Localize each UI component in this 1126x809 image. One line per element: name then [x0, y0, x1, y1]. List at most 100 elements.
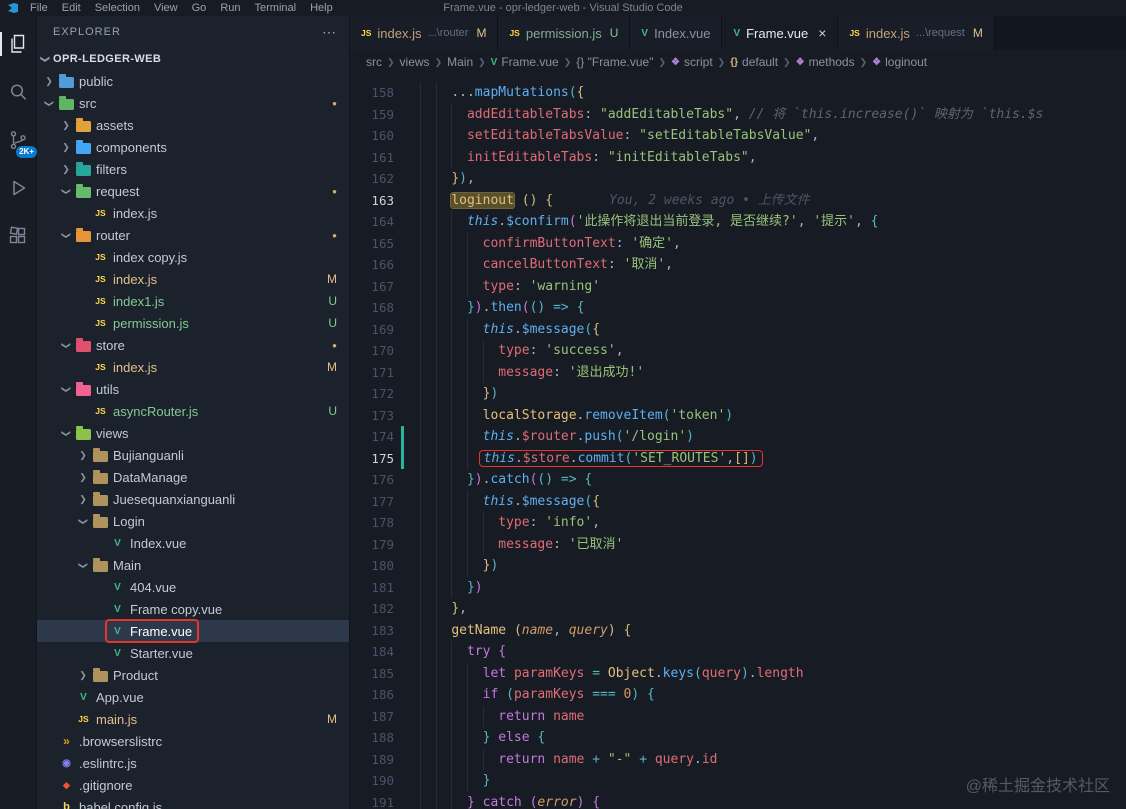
chevron-right-icon: ❯ [387, 56, 395, 67]
line-number: 175 [371, 450, 394, 466]
tree-item-index-vue[interactable]: V Index.vue [37, 532, 349, 554]
run-debug-icon[interactable] [4, 174, 32, 202]
breadcrumb-item-main[interactable]: Main [447, 55, 473, 69]
breadcrumb-item-script[interactable]: ❖ script [671, 55, 713, 69]
breadcrumb-item-default[interactable]: {} default [730, 55, 778, 69]
indent-guide [436, 727, 452, 749]
search-icon[interactable] [4, 78, 32, 106]
tree-item-label: Product [113, 667, 158, 683]
tree-item-assets[interactable]: ❯ assets [37, 114, 349, 136]
tree-item-browserslistrc[interactable]: » .browserslistrc [37, 730, 349, 752]
tree-item-utils[interactable]: ❯ utils [37, 378, 349, 400]
code-token: keys [662, 665, 694, 681]
tree-item-eslintrc-js[interactable]: ◉ .eslintrc.js [37, 752, 349, 774]
breadcrumb-item-src[interactable]: src [366, 55, 382, 69]
tab-permission-js[interactable]: JS permission.js U [498, 16, 631, 50]
tab-index-vue[interactable]: V Index.vue [630, 16, 723, 50]
breadcrumb-item-frame-vue[interactable]: V Frame.vue [491, 55, 559, 69]
indent-guide [420, 555, 436, 577]
menu-file[interactable]: File [23, 2, 55, 14]
tree-item-index-js[interactable]: JS index.js M [37, 356, 349, 378]
menu-terminal[interactable]: Terminal [248, 2, 304, 14]
indent-guide [467, 276, 483, 298]
tree-item-product[interactable]: ❯ Product [37, 664, 349, 686]
breadcrumb-item-views[interactable]: views [400, 55, 430, 69]
project-root-row[interactable]: ❯ OPR-LEDGER-WEB [37, 48, 349, 70]
code-token: ) [749, 450, 758, 466]
tree-item-router[interactable]: ❯ router ● [37, 224, 349, 246]
code-line: 182 }, [350, 598, 1126, 620]
tree-item-components[interactable]: ❯ components [37, 136, 349, 158]
menu-selection[interactable]: Selection [88, 2, 147, 14]
code-editor[interactable]: 158 ...mapMutations({159 addEditableTabs… [350, 74, 1126, 809]
tree-item-datamanage[interactable]: ❯ DataManage [37, 466, 349, 488]
tree-item-filters[interactable]: ❯ filters [37, 158, 349, 180]
source-control-icon[interactable]: 2K+ [4, 126, 37, 158]
code-token: } [466, 472, 475, 487]
code-line: 167 type: 'warning' [350, 276, 1126, 298]
file-icon-cell [74, 162, 93, 176]
tree-item-index-js[interactable]: JS index.js M [37, 268, 349, 290]
indent-guide [420, 211, 436, 233]
tree-item-404-vue[interactable]: V 404.vue [37, 576, 349, 598]
tree-item-app-vue[interactable]: V App.vue [37, 686, 349, 708]
eslint-file-icon: ◉ [62, 757, 71, 769]
js-file-icon: JS [849, 28, 860, 38]
close-icon[interactable]: × [818, 25, 826, 41]
tree-item-asyncrouter-js[interactable]: JS asyncRouter.js U [37, 400, 349, 422]
code-token: "initEditableTabs" [607, 149, 749, 165]
breadcrumb-item-methods[interactable]: ❖ methods [796, 55, 855, 69]
breadcrumb-item-frame-vue[interactable]: {} "Frame.vue" [576, 55, 653, 69]
indent-guide [436, 211, 452, 233]
file-icon-cell [91, 558, 110, 572]
tree-item-main[interactable]: ❯ Main [37, 554, 349, 576]
tree-item-views[interactable]: ❯ views [37, 422, 349, 444]
tab-index-js[interactable]: JS index.js ...\router M [350, 16, 499, 50]
code-token: : [623, 128, 640, 143]
menu-go[interactable]: Go [185, 2, 214, 14]
line-number: 164 [371, 214, 394, 229]
indent-guide [467, 362, 483, 384]
menu-view[interactable]: View [147, 2, 185, 14]
code-line: 177 this.$message({ [350, 491, 1126, 513]
tree-item-login[interactable]: ❯ Login [37, 510, 349, 532]
tree-item-bujianguanli[interactable]: ❯ Bujianguanli [37, 444, 349, 466]
tree-item-permission-js[interactable]: JS permission.js U [37, 312, 349, 334]
tree-item-frame-vue[interactable]: V Frame.vue [37, 619, 349, 643]
tree-item-index-js[interactable]: JS index.js [37, 202, 349, 224]
tree-item-gitignore[interactable]: ◆ .gitignore [37, 774, 349, 796]
tree-item-index-copy-js[interactable]: JS index copy.js [37, 246, 349, 268]
menu-edit[interactable]: Edit [55, 2, 88, 14]
tree-item-src[interactable]: ❯ src ● [37, 92, 349, 114]
tree-item-store[interactable]: ❯ store ● [37, 334, 349, 356]
code-token: ) [459, 171, 467, 186]
tree-item-request[interactable]: ❯ request ● [37, 180, 349, 202]
code-token: localStorage [482, 407, 577, 423]
watermark: @稀土掘金技术社区 [965, 777, 1110, 795]
ellipsis-icon[interactable]: ⋯ [322, 24, 337, 41]
line-number: 188 [371, 730, 394, 745]
extensions-icon[interactable] [4, 222, 32, 250]
explorer-icon[interactable] [0, 30, 32, 58]
tree-item-main-js[interactable]: JS main.js M [37, 708, 349, 730]
tab-index-js[interactable]: JS index.js ...\request M [838, 16, 995, 50]
tab-frame-vue[interactable]: V Frame.vue × [722, 16, 839, 50]
tree-item-babel-config-js[interactable]: b babel.config.js [37, 796, 349, 809]
tree-item-frame-copy-vue[interactable]: V Frame copy.vue [37, 598, 349, 620]
folder-icon [76, 338, 91, 352]
breadcrumb-label: Frame.vue [501, 55, 559, 69]
line-number: 190 [371, 773, 394, 788]
code-line: 176 }).catch(() => { [350, 469, 1126, 491]
tree-item-public[interactable]: ❯ public [37, 70, 349, 92]
menu-run[interactable]: Run [213, 2, 247, 14]
breadcrumb-item-loginout[interactable]: ❖ loginout [872, 55, 927, 69]
code-text: } [404, 770, 491, 792]
vue-file-icon: V [114, 581, 121, 593]
tree-item-index1-js[interactable]: JS index1.js U [37, 290, 349, 312]
code-text: }).catch(() => { [404, 469, 592, 491]
menu-help[interactable]: Help [303, 2, 340, 14]
tree-item-juesequanxianguanli[interactable]: ❯ Juesequanxianguanli [37, 488, 349, 510]
tree-item-starter-vue[interactable]: V Starter.vue [37, 642, 349, 664]
tab-dir-hint: ...\router [427, 27, 469, 39]
